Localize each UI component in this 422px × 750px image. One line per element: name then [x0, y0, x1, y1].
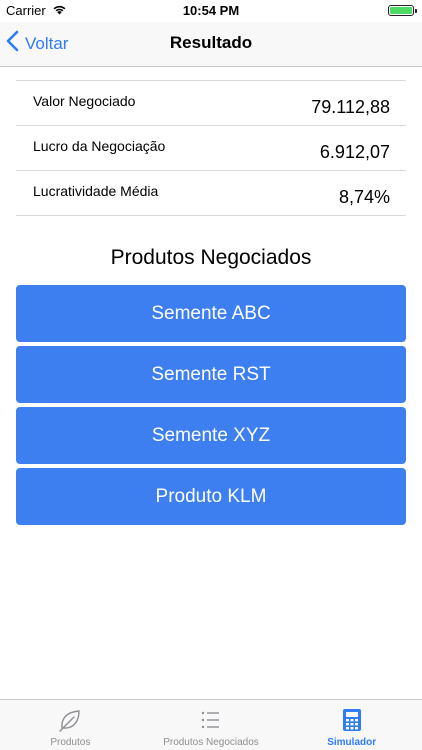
product-button-semente-abc[interactable]: Semente ABC — [16, 285, 406, 342]
tab-simulador[interactable]: Simulador — [281, 700, 422, 750]
tab-produtos[interactable]: Produtos — [0, 700, 141, 750]
summary-list: Valor Negociado 79.112,88 Lucro da Negoc… — [16, 80, 406, 216]
status-bar: Carrier 10:54 PM — [0, 0, 422, 22]
section-title: Produtos Negociados — [110, 246, 312, 269]
product-button-produto-klm[interactable]: Produto KLM — [16, 468, 406, 525]
navigation-bar: Voltar Resultado — [0, 22, 422, 67]
product-list: Semente ABC Semente RST Semente XYZ Prod… — [16, 285, 406, 529]
summary-label: Lucratividade Média — [33, 183, 159, 199]
tab-label: Produtos Negociados — [163, 737, 259, 748]
tab-produtos-negociados[interactable]: Produtos Negociados — [141, 700, 282, 750]
list-icon — [141, 707, 282, 733]
summary-value: 8,74% — [338, 187, 390, 207]
page-title: Resultado — [169, 33, 253, 52]
summary-row: Lucro da Negociação 6.912,07 — [16, 125, 406, 170]
summary-value: 6.912,07 — [319, 142, 390, 162]
summary-label: Lucro da Negociação — [33, 138, 166, 154]
battery-icon — [388, 5, 417, 16]
tab-bar: Produtos Produtos Negociados Simulador — [0, 699, 422, 750]
summary-row: Valor Negociado 79.112,88 — [16, 80, 406, 125]
battery-level — [390, 7, 412, 14]
product-button-semente-rst[interactable]: Semente RST — [16, 346, 406, 403]
summary-row: Lucratividade Média 8,74% — [16, 170, 406, 216]
summary-value: 79.112,88 — [311, 97, 390, 117]
product-button-semente-xyz[interactable]: Semente XYZ — [16, 407, 406, 464]
tab-label: Simulador — [327, 737, 377, 748]
tab-label: Produtos — [50, 737, 91, 748]
summary-label: Valor Negociado — [33, 93, 136, 109]
calculator-icon — [281, 707, 422, 733]
leaf-icon — [0, 707, 141, 733]
status-time: 10:54 PM — [182, 3, 240, 18]
